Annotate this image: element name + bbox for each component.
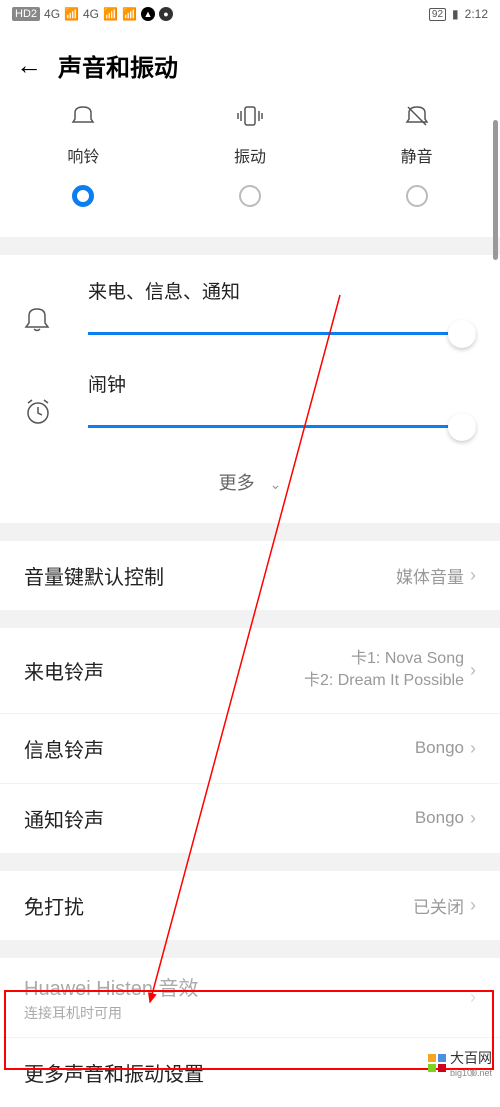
setting-volume-key[interactable]: 音量键默认控制 媒体音量 ›	[0, 541, 500, 610]
setting-sublabel: 连接耳机时可用	[24, 1003, 199, 1023]
back-arrow-icon[interactable]: ←	[16, 50, 42, 81]
chevron-right-icon: ›	[470, 987, 476, 1008]
slider-thumb[interactable]	[448, 413, 476, 441]
ringtone-sim1: 卡1: Nova Song	[304, 648, 464, 670]
mode-ring-label: 响铃	[67, 143, 99, 167]
section-divider	[0, 523, 500, 541]
battery-level: 92	[429, 8, 446, 21]
alarm-volume-slider[interactable]	[88, 415, 476, 439]
app-icon-2: ●	[159, 7, 173, 21]
setting-value: Bongo	[415, 738, 464, 758]
section-divider	[0, 610, 500, 628]
signal-4g-1: 4G	[44, 7, 60, 21]
setting-notification-tone[interactable]: 通知铃声 Bongo ›	[0, 784, 500, 853]
mode-vibrate[interactable]: 振动	[167, 105, 334, 207]
more-label: 更多	[219, 473, 255, 493]
chevron-right-icon: ›	[470, 565, 476, 586]
setting-label: 来电铃声	[24, 656, 104, 685]
setting-label: 免打扰	[24, 891, 84, 920]
setting-label: 音量键默认控制	[24, 561, 164, 590]
silent-icon	[405, 105, 429, 133]
wifi-icon: 📶	[122, 7, 137, 21]
chevron-right-icon: ›	[470, 738, 476, 759]
volume-row-alarm: 闹钟	[0, 358, 500, 451]
volume-more-button[interactable]: 更多 ⌄	[0, 451, 500, 513]
chevron-right-icon: ›	[470, 895, 476, 916]
chevron-right-icon: ›	[470, 660, 476, 681]
setting-label: 通知铃声	[24, 804, 104, 833]
volume-row-ringtone: 来电、信息、通知	[0, 265, 500, 358]
setting-more-sound[interactable]: 更多声音和振动设置 ›	[0, 1038, 500, 1107]
bell-icon	[71, 105, 95, 133]
mode-silent-label: 静音	[401, 143, 433, 167]
setting-message-tone[interactable]: 信息铃声 Bongo ›	[0, 714, 500, 783]
volume-section: 来电、信息、通知 闹钟 更多 ⌄	[0, 255, 500, 523]
ringtone-volume-slider[interactable]	[88, 322, 476, 346]
bell-outline-icon	[24, 305, 64, 340]
setting-label: 更多声音和振动设置	[24, 1058, 204, 1087]
status-right: 92 ▮ 2:12	[429, 7, 488, 21]
sound-mode-selector: 响铃 振动 静音	[0, 95, 500, 237]
setting-dnd[interactable]: 免打扰 已关闭 ›	[0, 871, 500, 940]
watermark: 大百网 big100.net	[428, 1048, 492, 1078]
slider-thumb[interactable]	[448, 320, 476, 348]
ringtone-sim2: 卡2: Dream It Possible	[304, 670, 464, 692]
signal-bars-icon: 📶	[64, 7, 79, 21]
radio-silent[interactable]	[406, 185, 428, 207]
signal-bars-icon-2: 📶	[103, 7, 118, 21]
radio-ring[interactable]	[72, 185, 94, 207]
watermark-logo-icon	[428, 1054, 446, 1072]
radio-vibrate[interactable]	[239, 185, 261, 207]
setting-ringtone[interactable]: 来电铃声 卡1: Nova Song 卡2: Dream It Possible…	[0, 628, 500, 713]
clock: 2:12	[465, 7, 488, 21]
section-divider	[0, 853, 500, 871]
battery-icon: ▮	[452, 7, 459, 21]
watermark-text: 大百网	[450, 1050, 492, 1066]
alarm-volume-label: 闹钟	[88, 370, 476, 397]
watermark-url: big100.net	[450, 1068, 492, 1078]
setting-value: 媒体音量	[396, 563, 464, 588]
setting-value: Bongo	[415, 808, 464, 828]
page-header: ← 声音和振动	[0, 28, 500, 95]
section-divider	[0, 237, 500, 255]
page-title: 声音和振动	[58, 48, 178, 83]
setting-label: Huawei Histen 音效	[24, 972, 199, 1001]
mode-vibrate-label: 振动	[234, 143, 266, 167]
chevron-down-icon: ⌄	[270, 476, 282, 492]
mode-silent[interactable]: 静音	[333, 105, 500, 207]
app-icon-1: ▲	[141, 7, 155, 21]
vibrate-icon	[236, 105, 264, 133]
section-divider	[0, 940, 500, 958]
mode-ring[interactable]: 响铃	[0, 105, 167, 207]
status-left: HD2 4G 📶 4G 📶 📶 ▲ ●	[12, 7, 173, 21]
setting-histen: Huawei Histen 音效 连接耳机时可用 ›	[0, 958, 500, 1037]
setting-label: 信息铃声	[24, 734, 104, 763]
ringtone-volume-label: 来电、信息、通知	[88, 277, 476, 304]
signal-4g-2: 4G	[83, 7, 99, 21]
chevron-right-icon: ›	[470, 808, 476, 829]
hd-icon: HD2	[12, 7, 40, 21]
alarm-clock-icon	[24, 398, 64, 433]
scrollbar[interactable]	[493, 120, 498, 260]
setting-value: 已关闭	[413, 893, 464, 918]
status-bar: HD2 4G 📶 4G 📶 📶 ▲ ● 92 ▮ 2:12	[0, 0, 500, 28]
